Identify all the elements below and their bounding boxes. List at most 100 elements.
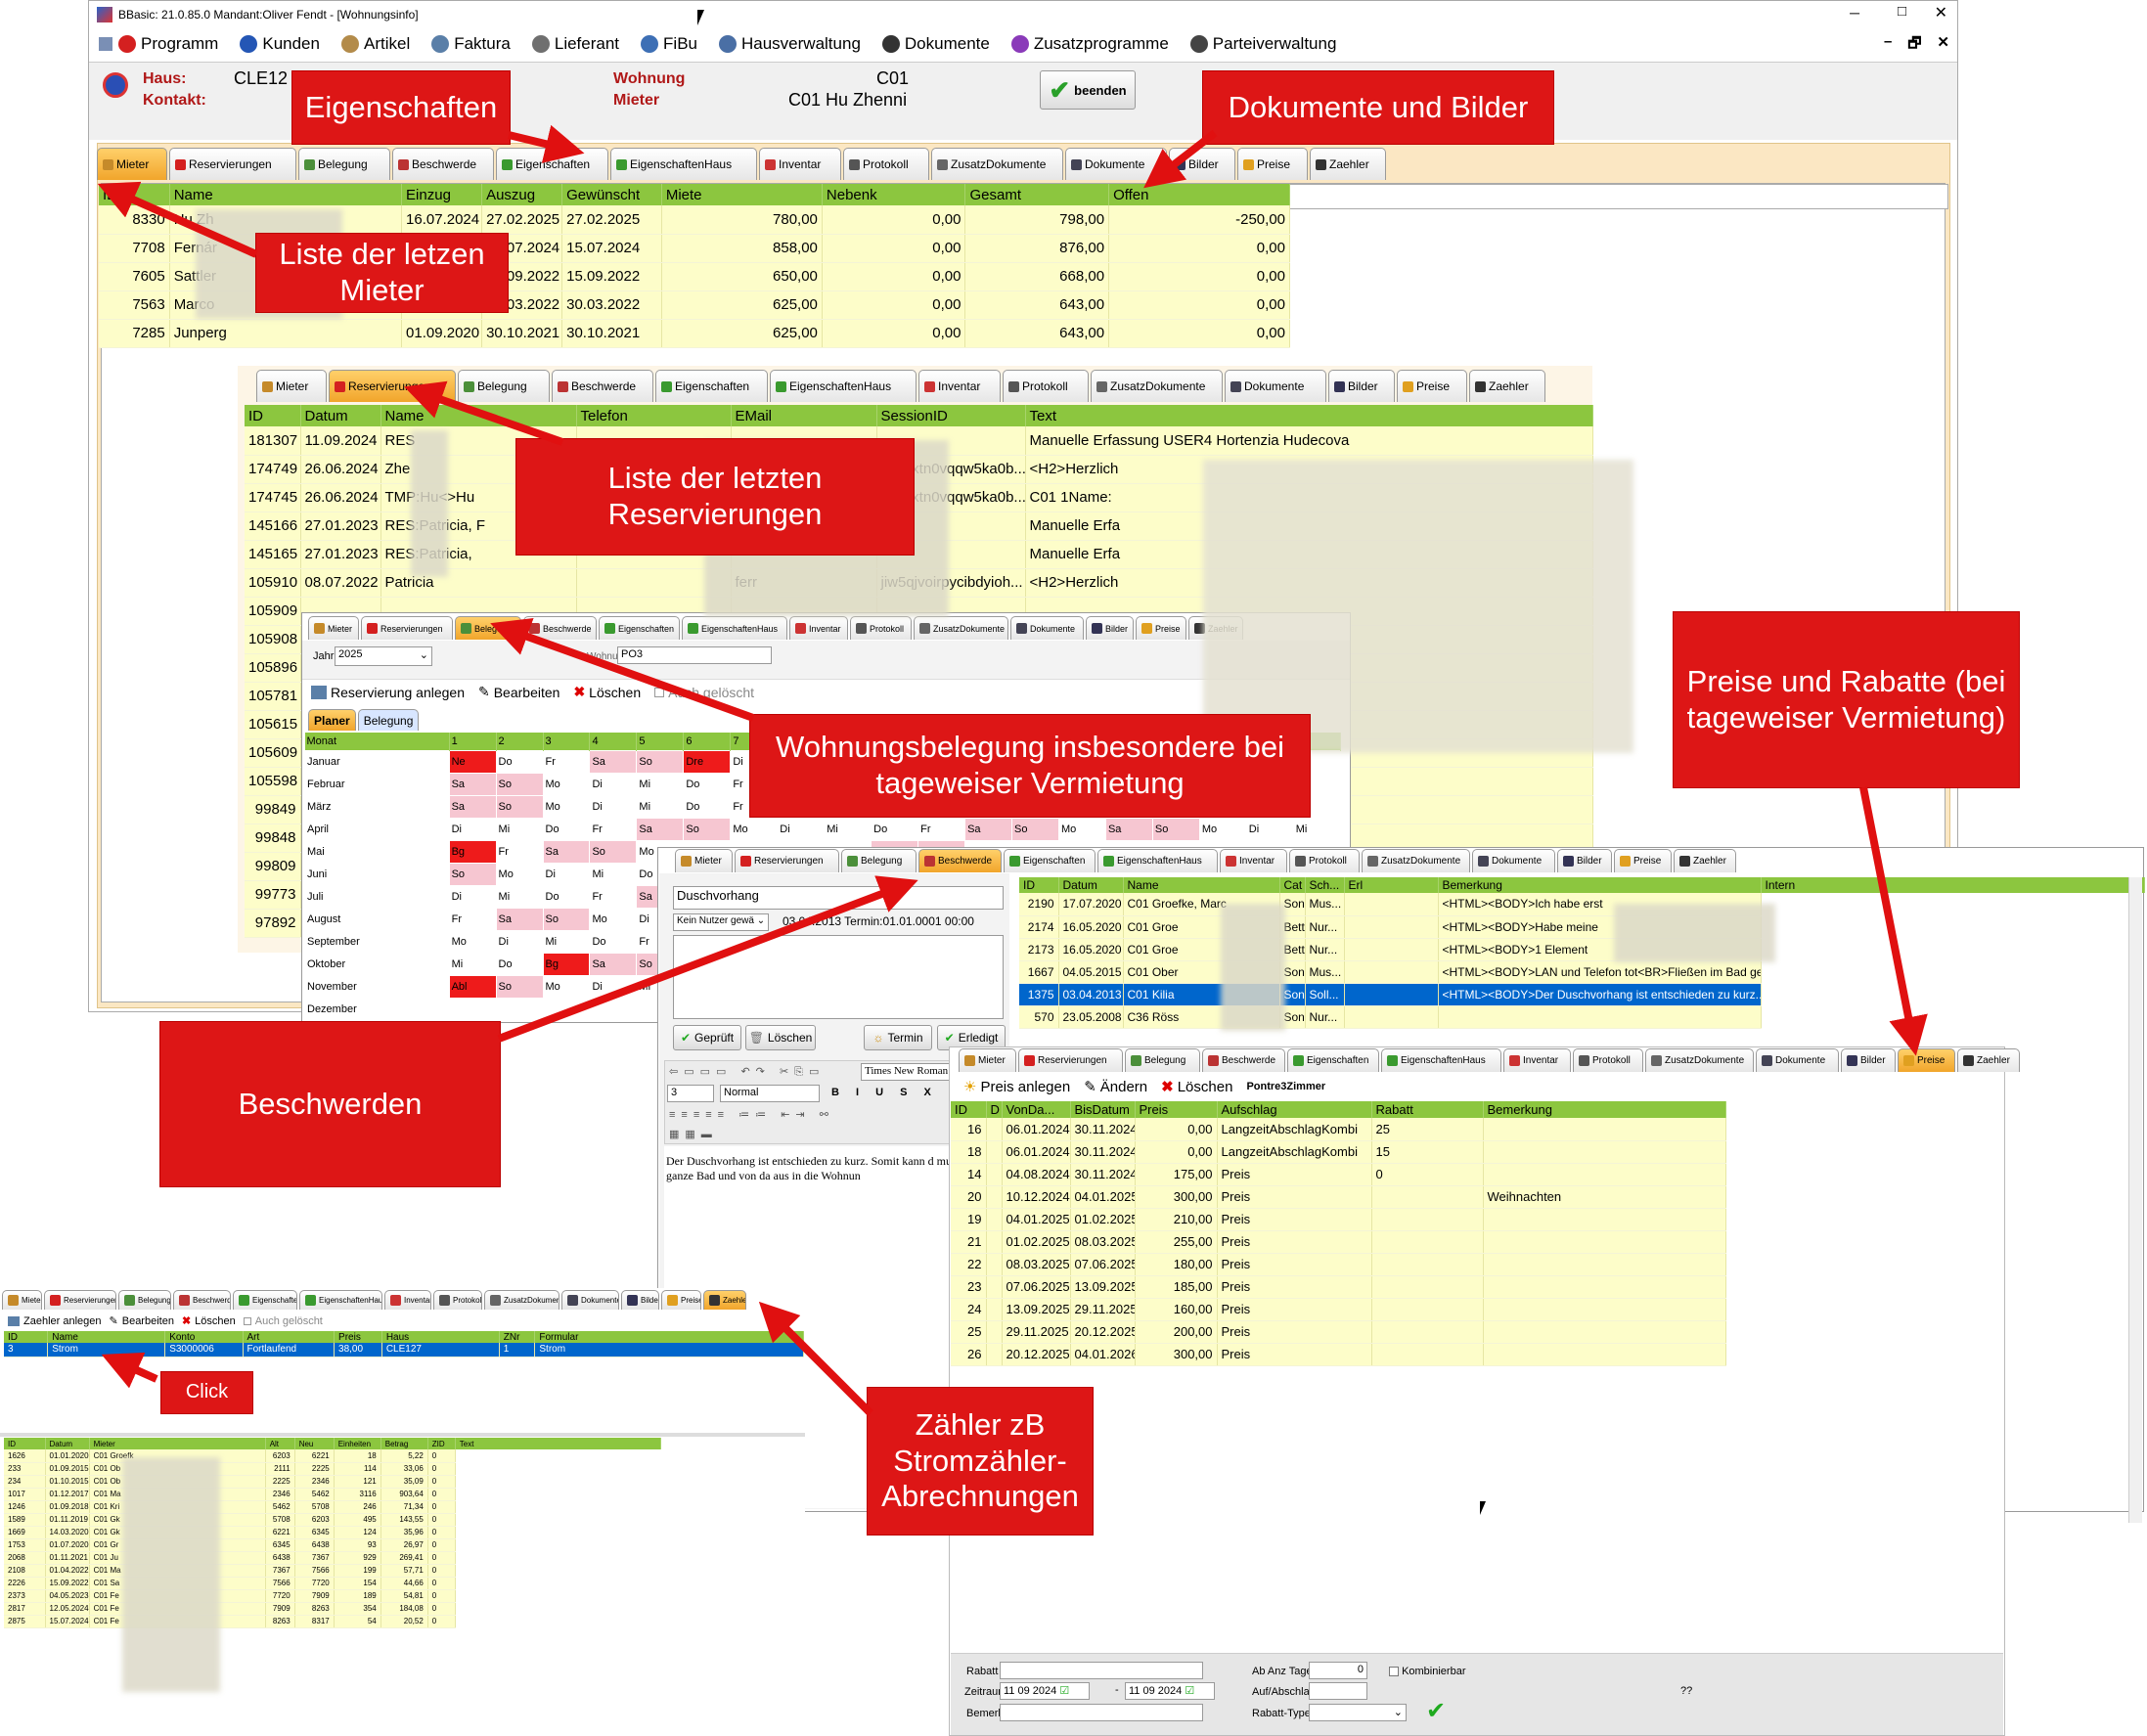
column-header[interactable]: Offen: [1108, 184, 1290, 205]
column-header[interactable]: Intern: [1761, 877, 2145, 893]
day-cell[interactable]: Bg: [448, 839, 497, 864]
table-row[interactable]: 137503.04.2013C01 KiliaSon...Soll...<HTM…: [1019, 983, 2144, 1006]
day-cell[interactable]: Mi: [1292, 817, 1342, 841]
tab-beschwerde[interactable]: Beschwerde: [392, 148, 494, 180]
column-header[interactable]: Einheiten: [334, 1438, 381, 1449]
day-cell[interactable]: Fr: [495, 839, 544, 864]
menu-parteiverwaltung[interactable]: Parteiverwaltung: [1189, 34, 1336, 54]
day-cell[interactable]: So: [495, 772, 544, 796]
title-bar[interactable]: BBasic: 21.0.85.0 Mandant:Oliver Fendt -…: [89, 1, 1957, 27]
table-row[interactable]: 14 04.08.2024 30.11.2024 175,00 Preis 0: [951, 1163, 1726, 1186]
tab-bilder[interactable]: Bilder: [1557, 849, 1612, 872]
day-cell[interactable]: So: [589, 839, 638, 864]
auch-geloescht-checkbox[interactable]: Auch gelöscht: [654, 685, 754, 700]
day-cell[interactable]: Di: [495, 929, 544, 954]
column-header[interactable]: Einzug: [401, 184, 483, 205]
table-row[interactable]: 2226 15.09.2022 C01 Sa 7566 7720 154 44,66 0: [4, 1577, 661, 1590]
tab-inventar[interactable]: Inventar: [789, 616, 848, 640]
tab-inventar[interactable]: Inventar: [918, 370, 1001, 402]
day-cell[interactable]: Mo: [1057, 817, 1106, 841]
day-cell[interactable]: Do: [683, 794, 732, 819]
day-cell[interactable]: Bg: [542, 952, 591, 976]
subject-field[interactable]: Duschvorhang: [673, 886, 1004, 910]
table-row[interactable]: 166704.05.2015C01 OberSon...Mus...<HTML>…: [1019, 960, 2144, 984]
close-button[interactable]: ✕: [1935, 3, 1947, 22]
zaehler-auch-geloescht-checkbox[interactable]: Auch gelöscht: [243, 1315, 323, 1327]
day-cell[interactable]: Mi: [589, 862, 638, 886]
tab-zaehler[interactable]: Zaehler: [1957, 1048, 2020, 1072]
day-cell[interactable]: Di: [589, 794, 638, 819]
table-row[interactable]: 22 08.03.2025 07.06.2025 180,00 Preis: [951, 1253, 1726, 1276]
day-cell[interactable]: So: [542, 907, 591, 931]
column-header[interactable]: Nebenk: [822, 184, 966, 205]
day-cell[interactable]: Mi: [824, 817, 872, 841]
tab-mieter[interactable]: Mieter: [675, 849, 733, 872]
tab-eigenschaftenhaus[interactable]: EigenschaftenHaus: [1381, 1048, 1501, 1072]
tab-preise[interactable]: Preise: [1397, 370, 1467, 402]
day-cell[interactable]: Sa: [589, 749, 638, 774]
day-cell[interactable]: Di: [448, 817, 497, 841]
tab-planer[interactable]: Planer: [308, 709, 356, 731]
user-select[interactable]: Kein Nutzer gewä ⌄: [673, 913, 769, 931]
day-cell[interactable]: Do: [683, 772, 732, 796]
menu-kunden[interactable]: Kunden: [240, 34, 320, 54]
table-row[interactable]: 24 13.09.2025 29.11.2025 160,00 Preis: [951, 1298, 1726, 1321]
day-cell[interactable]: Di: [589, 974, 638, 999]
ab-anz-tage-input[interactable]: 0: [1309, 1662, 1367, 1679]
tab-inventar[interactable]: Inventar: [1220, 849, 1287, 872]
tab-beschwerde[interactable]: Beschwerde: [173, 1290, 231, 1310]
day-cell[interactable]: Sa: [448, 794, 497, 819]
column-header[interactable]: VonDa...: [1002, 1101, 1071, 1118]
column-header[interactable]: ZID: [427, 1438, 456, 1449]
menu-zusatzprogramme[interactable]: Zusatzprogramme: [1010, 34, 1169, 54]
tab-reservierungen[interactable]: Reservierungen: [1018, 1048, 1123, 1072]
tab-belegung[interactable]: Belegung: [118, 1290, 171, 1310]
zaehler-bearbeiten-button[interactable]: ✎ Bearbeiten: [110, 1314, 174, 1328]
column-header[interactable]: Name: [1123, 877, 1280, 893]
tab-inventar[interactable]: Inventar: [384, 1290, 431, 1310]
table-row[interactable]: 18 06.01.2024 30.11.2024 0,00 LangzeitAbschl…: [951, 1140, 1726, 1164]
tab-inventar[interactable]: Inventar: [1503, 1048, 1571, 1072]
tab-mieter[interactable]: Mieter: [97, 148, 167, 180]
tab-inventar[interactable]: Inventar: [759, 148, 841, 180]
align-buttons[interactable]: ≡≡≡≡≡ ≔≔ ⇤⇥ ⚯: [669, 1108, 834, 1121]
tab-dokumente[interactable]: Dokumente: [1756, 1048, 1839, 1072]
day-cell[interactable]: [448, 997, 497, 1021]
jahr-select[interactable]: 2025 ⌄: [335, 646, 432, 666]
table-row[interactable]: 2108 01.04.2022 C01 Ma 7367 7566 199 57,71 0: [4, 1564, 661, 1578]
column-header[interactable]: Datum: [45, 1438, 90, 1449]
column-header[interactable]: Telefon: [576, 405, 732, 426]
minimize-button[interactable]: ─: [1850, 5, 1859, 21]
table-row[interactable]: 2875 15.07.2024 C01 Fe 8263 8317 54 20,52 0: [4, 1615, 661, 1628]
table-row[interactable]: 1669 14.03.2020 C01 Gk 6221 6345 124 35,96 0: [4, 1526, 661, 1539]
table-row[interactable]: 23 07.06.2025 13.09.2025 185,00 Preis: [951, 1275, 1726, 1299]
date-to[interactable]: 11 09 2024 ☑: [1125, 1682, 1215, 1700]
day-cell[interactable]: So: [1151, 817, 1200, 841]
mdi-minimize-button[interactable]: –: [1884, 33, 1892, 58]
column-header[interactable]: Alt: [265, 1438, 295, 1449]
column-header[interactable]: ZNr: [499, 1331, 536, 1343]
tab-bilder[interactable]: Bilder: [621, 1290, 659, 1310]
table-buttons[interactable]: ▦▦▬: [669, 1128, 718, 1140]
tab-eigenschaftenhaus[interactable]: EigenschaftenHaus: [299, 1290, 382, 1310]
format-buttons[interactable]: B I U S X: [831, 1087, 938, 1098]
day-cell[interactable]: Mo: [730, 817, 779, 841]
tab-dokumente[interactable]: Dokumente: [561, 1290, 619, 1310]
table-row[interactable]: 1246 01.09.2018 C01 Kri 5462 5708 246 71,34 0: [4, 1500, 661, 1514]
column-header[interactable]: D: [986, 1101, 1003, 1118]
day-cell[interactable]: Mo: [542, 794, 591, 819]
table-row[interactable]: 19 04.01.2025 01.02.2025 210,00 Preis: [951, 1208, 1726, 1231]
menu-hausverwaltung[interactable]: Hausverwaltung: [719, 34, 861, 54]
day-cell[interactable]: Di: [1245, 817, 1294, 841]
tab-beschwerde[interactable]: Beschwerde: [552, 370, 653, 402]
day-cell[interactable]: Mo: [448, 929, 497, 954]
vertical-scrollbar[interactable]: [2128, 877, 2142, 1523]
day-cell[interactable]: Sa: [495, 907, 544, 931]
day-cell[interactable]: Sa: [964, 817, 1013, 841]
day-cell[interactable]: Sa: [542, 839, 591, 864]
column-header[interactable]: ID: [99, 184, 170, 205]
tab-preise[interactable]: Preise: [1898, 1048, 1955, 1072]
table-row[interactable]: 2068 01.11.2021 C01 Ju 6438 7367 929 269,41 0: [4, 1551, 661, 1565]
table-row[interactable]: 57023.05.2008C36 RössSon...Nur...: [1019, 1005, 2144, 1029]
bemerk-input[interactable]: [1000, 1704, 1203, 1721]
